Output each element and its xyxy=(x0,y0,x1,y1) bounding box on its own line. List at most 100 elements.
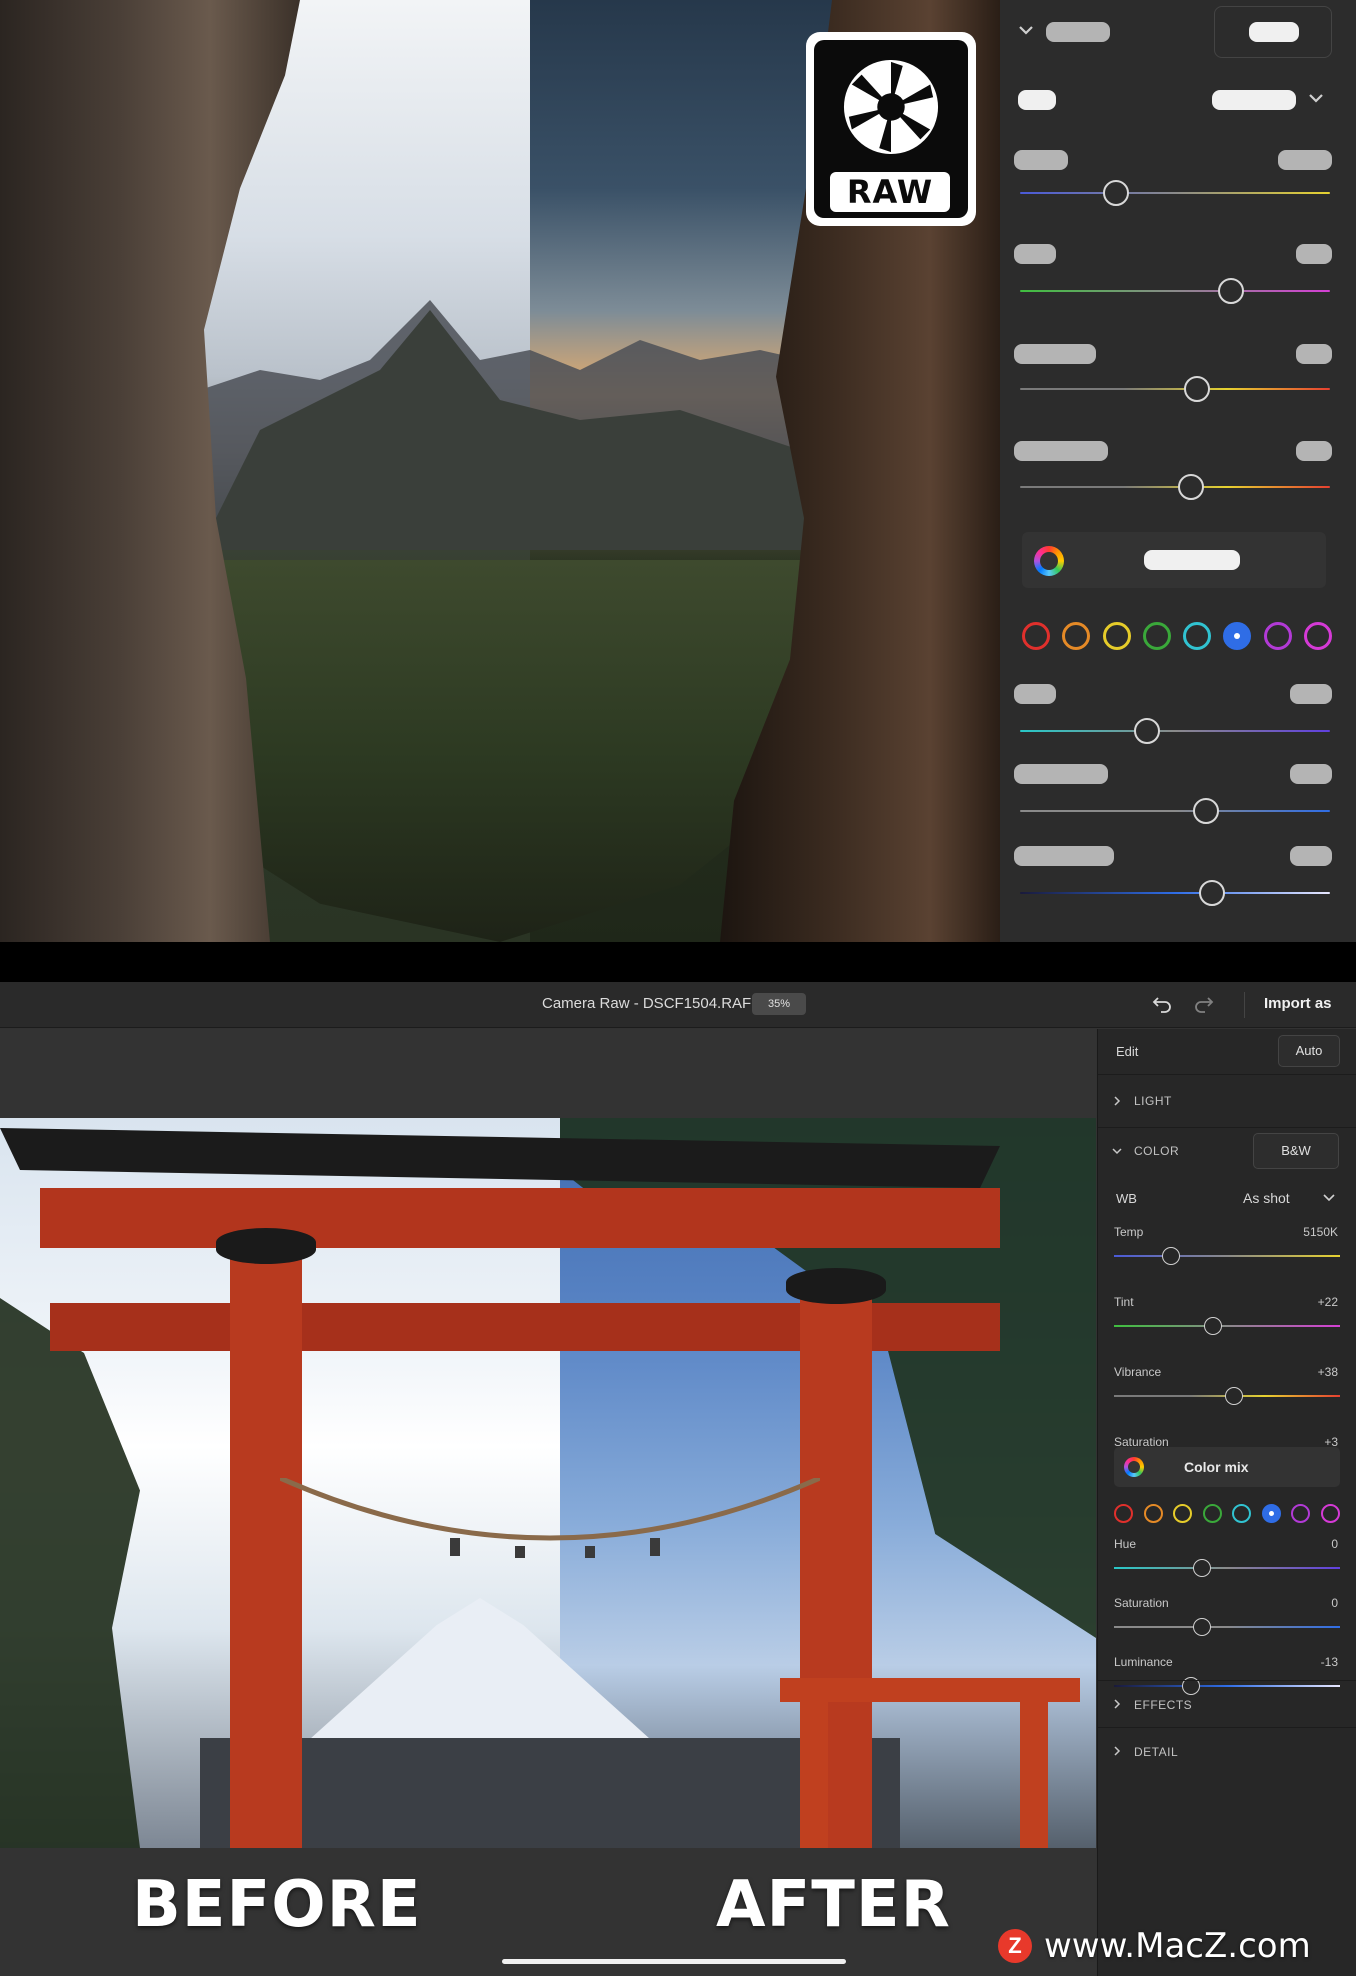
color-ring[interactable] xyxy=(1062,622,1091,650)
preview-slider[interactable] xyxy=(1020,796,1330,826)
placeholder-dropdown[interactable] xyxy=(1212,90,1296,110)
import-as-button[interactable]: Import as xyxy=(1264,995,1332,1012)
color-ring[interactable] xyxy=(1143,1504,1163,1523)
slider[interactable] xyxy=(1114,1558,1340,1578)
color-ring[interactable] xyxy=(1022,622,1050,650)
color-mix-button[interactable]: Color mix xyxy=(1114,1447,1340,1487)
color-label: COLOR xyxy=(1134,1144,1180,1158)
effects-section-header[interactable]: EFFECTS xyxy=(1098,1681,1356,1727)
slider-value[interactable]: 0 xyxy=(1331,1537,1338,1551)
color-ring[interactable] xyxy=(1142,622,1171,650)
color-wheel-icon xyxy=(1034,546,1064,576)
torii-pillar-cap xyxy=(216,1228,316,1264)
bw-button[interactable]: B&W xyxy=(1253,1133,1339,1169)
small-torii xyxy=(780,1678,1080,1848)
preview-slider[interactable] xyxy=(1020,276,1330,306)
slider-value[interactable]: +38 xyxy=(1318,1365,1338,1379)
slider-value[interactable]: 5150K xyxy=(1303,1225,1338,1239)
preview-slider[interactable] xyxy=(1020,178,1330,208)
color-ring[interactable] xyxy=(1173,1504,1193,1523)
slider[interactable] xyxy=(1114,1386,1340,1406)
color-ring[interactable] xyxy=(1232,1504,1252,1523)
macz-logo: Z xyxy=(998,1929,1032,1963)
wb-dropdown[interactable]: As shot xyxy=(1243,1183,1343,1211)
preview-slider[interactable] xyxy=(1020,878,1330,908)
slider-thumb[interactable] xyxy=(1193,798,1219,824)
chevron-down-icon xyxy=(1323,1194,1335,1202)
chevron-down-icon xyxy=(1019,26,1033,35)
color-ring[interactable] xyxy=(1102,622,1131,650)
color-wheel-icon xyxy=(1124,1457,1144,1477)
light-label: LIGHT xyxy=(1134,1094,1172,1108)
chevron-right-icon xyxy=(1114,1096,1121,1106)
edit-panel: Edit Auto LIGHT COLOR B&W WB As shot Tem… xyxy=(1097,1029,1356,1976)
image-canvas xyxy=(0,1029,1096,1976)
title-bar: Camera Raw - DSCF1504.RAF 35% Import as xyxy=(0,982,1356,1028)
watermark-site: www.MacZ.com xyxy=(1044,1926,1311,1966)
undo-icon[interactable] xyxy=(1150,992,1174,1016)
preview-color-mix-button[interactable] xyxy=(1022,532,1326,588)
slider[interactable] xyxy=(1114,1617,1340,1637)
slider[interactable] xyxy=(1114,1316,1340,1336)
color-ring[interactable] xyxy=(1261,1504,1281,1523)
preview-slider[interactable] xyxy=(1020,472,1330,502)
slider-thumb[interactable] xyxy=(1177,474,1204,500)
slider-thumb[interactable] xyxy=(1224,1387,1243,1405)
light-section-header[interactable]: LIGHT xyxy=(1098,1075,1356,1127)
slider-value[interactable]: +22 xyxy=(1318,1295,1338,1309)
after-caption: AFTER xyxy=(716,1868,951,1942)
slider-thumb[interactable] xyxy=(1134,718,1161,744)
color-ring[interactable] xyxy=(1114,1504,1133,1523)
wb-label: WB xyxy=(1116,1191,1137,1206)
color-ring[interactable] xyxy=(1183,622,1212,650)
raw-label: RAW xyxy=(830,172,950,212)
slider-thumb[interactable] xyxy=(1183,376,1210,402)
detail-section-header[interactable]: DETAIL xyxy=(1098,1728,1356,1774)
redo-icon[interactable] xyxy=(1192,992,1216,1016)
detail-label: DETAIL xyxy=(1134,1745,1179,1759)
color-mix-rings xyxy=(1114,1504,1340,1526)
before-caption: BEFORE xyxy=(132,1868,422,1942)
shimenawa-rope xyxy=(280,1478,820,1558)
placeholder-label xyxy=(1018,90,1056,110)
slider-thumb[interactable] xyxy=(1193,1559,1212,1577)
slider-value[interactable]: 0 xyxy=(1331,1596,1338,1610)
auto-button[interactable]: Auto xyxy=(1278,1035,1340,1067)
torii-top-beam xyxy=(40,1188,1000,1248)
torii-pillar-cap xyxy=(786,1268,886,1304)
slider-thumb[interactable] xyxy=(1193,1618,1212,1636)
slider-thumb[interactable] xyxy=(1217,278,1244,304)
slider[interactable] xyxy=(1114,1246,1340,1266)
slider-label: Hue xyxy=(1114,1537,1137,1551)
color-ring[interactable] xyxy=(1223,622,1252,650)
watermark: Z www.MacZ.com xyxy=(998,1926,1311,1966)
chevron-down-icon xyxy=(1309,94,1323,103)
slider-value[interactable]: -13 xyxy=(1321,1655,1338,1669)
placeholder-label xyxy=(1046,22,1110,42)
color-ring[interactable] xyxy=(1303,622,1332,650)
zoom-level[interactable]: 35% xyxy=(752,993,806,1015)
chevron-right-icon xyxy=(1114,1699,1121,1709)
color-ring[interactable] xyxy=(1202,1504,1222,1523)
edit-title: Edit xyxy=(1116,1044,1139,1059)
preview-slider[interactable] xyxy=(1020,374,1330,404)
mountain-range xyxy=(200,300,850,550)
preview-auto-button[interactable] xyxy=(1214,6,1332,58)
color-ring[interactable] xyxy=(1320,1504,1340,1523)
slider-label: Luminance xyxy=(1114,1655,1173,1669)
color-ring[interactable] xyxy=(1291,1504,1311,1523)
color-ring[interactable] xyxy=(1263,622,1292,650)
slider-thumb[interactable] xyxy=(1204,1317,1223,1335)
slider-thumb[interactable] xyxy=(1103,180,1130,206)
wb-value: As shot xyxy=(1243,1190,1290,1206)
aperture-icon xyxy=(843,59,939,155)
slider-thumb[interactable] xyxy=(1199,880,1226,906)
preview-slider[interactable] xyxy=(1020,716,1330,746)
top-preview: RAW xyxy=(0,0,1356,942)
home-indicator[interactable] xyxy=(502,1959,846,1964)
preview-color-rings xyxy=(1022,622,1332,654)
color-mix-label: Color mix xyxy=(1184,1459,1249,1475)
document-title: Camera Raw - DSCF1504.RAF xyxy=(542,995,752,1012)
chevron-down-icon xyxy=(1112,1148,1122,1155)
slider-thumb[interactable] xyxy=(1161,1247,1180,1265)
